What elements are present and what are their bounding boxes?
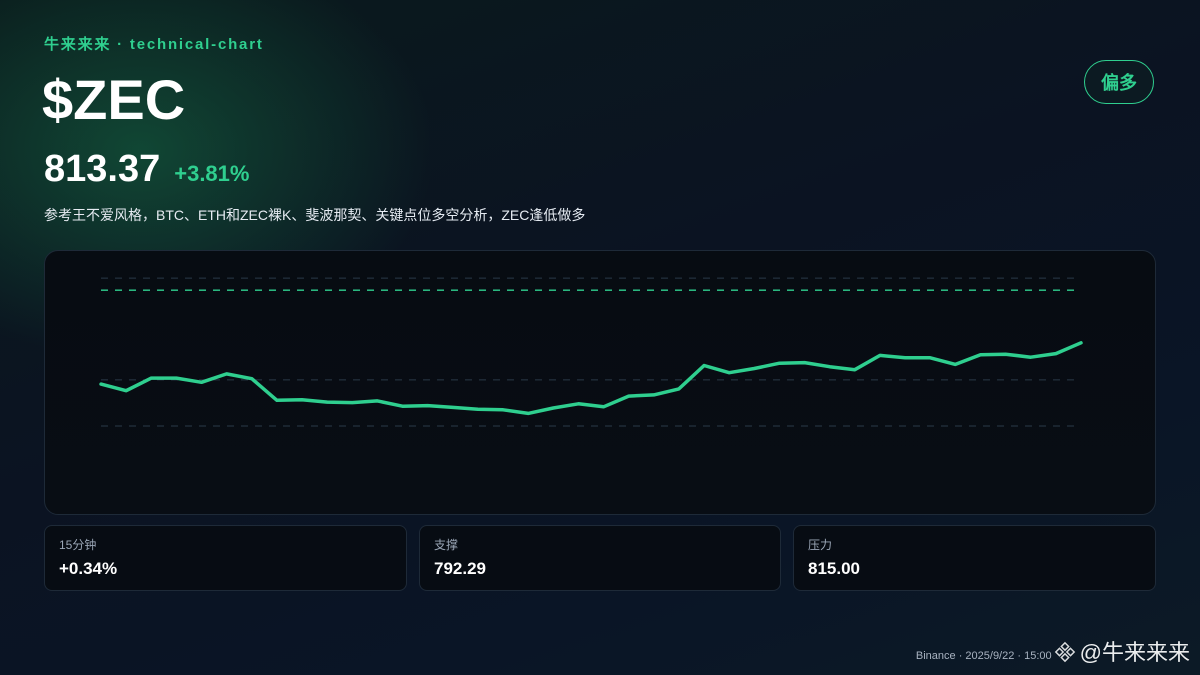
data-point bbox=[200, 381, 203, 384]
data-point bbox=[426, 404, 429, 407]
data-point bbox=[577, 402, 580, 405]
data-point bbox=[175, 376, 178, 380]
data-point bbox=[552, 406, 555, 410]
stat-card-resistance: 压力 815.00 bbox=[793, 525, 1156, 591]
data-point bbox=[903, 356, 907, 359]
data-point bbox=[677, 387, 681, 391]
brand-label: 牛来来来 · technical-chart bbox=[44, 36, 264, 53]
data-point bbox=[828, 365, 831, 368]
data-point bbox=[1079, 341, 1083, 344]
data-point bbox=[401, 405, 404, 408]
data-point bbox=[1004, 353, 1007, 356]
current-price: 813.37 bbox=[44, 148, 161, 190]
data-point bbox=[803, 361, 806, 364]
data-point bbox=[627, 394, 630, 398]
stat-label-support: 支撑 bbox=[434, 538, 459, 552]
data-point bbox=[702, 364, 706, 367]
stat-card-support: 支撑 792.29 bbox=[419, 525, 781, 591]
binance-diamond-icon bbox=[1054, 641, 1075, 663]
data-point bbox=[652, 393, 655, 397]
stat-value-support: 792.29 bbox=[434, 559, 486, 578]
stat-value-15m: +0.34% bbox=[59, 559, 118, 578]
data-point bbox=[300, 398, 304, 401]
data-point bbox=[99, 382, 103, 386]
data-point bbox=[1029, 356, 1032, 359]
price-change: +3.81% bbox=[174, 161, 250, 186]
data-point bbox=[602, 405, 605, 408]
data-point bbox=[778, 362, 781, 365]
data-point bbox=[351, 401, 354, 404]
data-point bbox=[275, 399, 279, 402]
stat-label-resistance: 压力 bbox=[808, 538, 833, 552]
source-timestamp: Binance · 2025/9/22 · 15:00 bbox=[915, 650, 1052, 662]
price-line-chart bbox=[99, 277, 1083, 427]
chart-panel bbox=[44, 250, 1156, 515]
watermark-handle: @牛来来来 bbox=[1079, 640, 1190, 665]
data-point bbox=[929, 356, 932, 359]
stat-label-15m: 15分钟 bbox=[59, 538, 97, 552]
ticker-symbol: $ZEC bbox=[42, 68, 186, 131]
price-row: 813.37 +3.81% bbox=[44, 148, 249, 191]
data-point bbox=[451, 406, 454, 409]
data-point bbox=[124, 389, 128, 392]
data-point bbox=[250, 377, 253, 380]
stat-value-resistance: 815.00 bbox=[808, 559, 860, 578]
bias-badge[interactable]: 偏多 bbox=[1084, 60, 1154, 104]
data-point bbox=[853, 368, 856, 371]
stat-card-15m: 15分钟 +0.34% bbox=[44, 525, 407, 591]
data-point bbox=[979, 353, 982, 356]
price-series-line-0 bbox=[99, 341, 1083, 416]
analysis-subtitle: 参考王不爱风格，BTC、ETH和ZEC裸K、斐波那契、关键点位多空分析，ZEC逢… bbox=[44, 207, 586, 223]
data-point bbox=[527, 412, 530, 415]
data-point bbox=[1054, 352, 1058, 355]
data-point bbox=[753, 367, 756, 370]
data-point bbox=[728, 371, 731, 374]
data-point bbox=[954, 363, 957, 366]
data-point bbox=[225, 372, 228, 376]
data-point bbox=[150, 376, 153, 380]
data-point bbox=[376, 399, 379, 403]
data-point bbox=[878, 354, 882, 357]
data-point bbox=[326, 400, 329, 404]
data-point bbox=[501, 408, 505, 411]
footer: Binance · 2025/9/22 · 15:00 @牛来来来 bbox=[916, 637, 1190, 665]
data-point bbox=[476, 408, 480, 411]
